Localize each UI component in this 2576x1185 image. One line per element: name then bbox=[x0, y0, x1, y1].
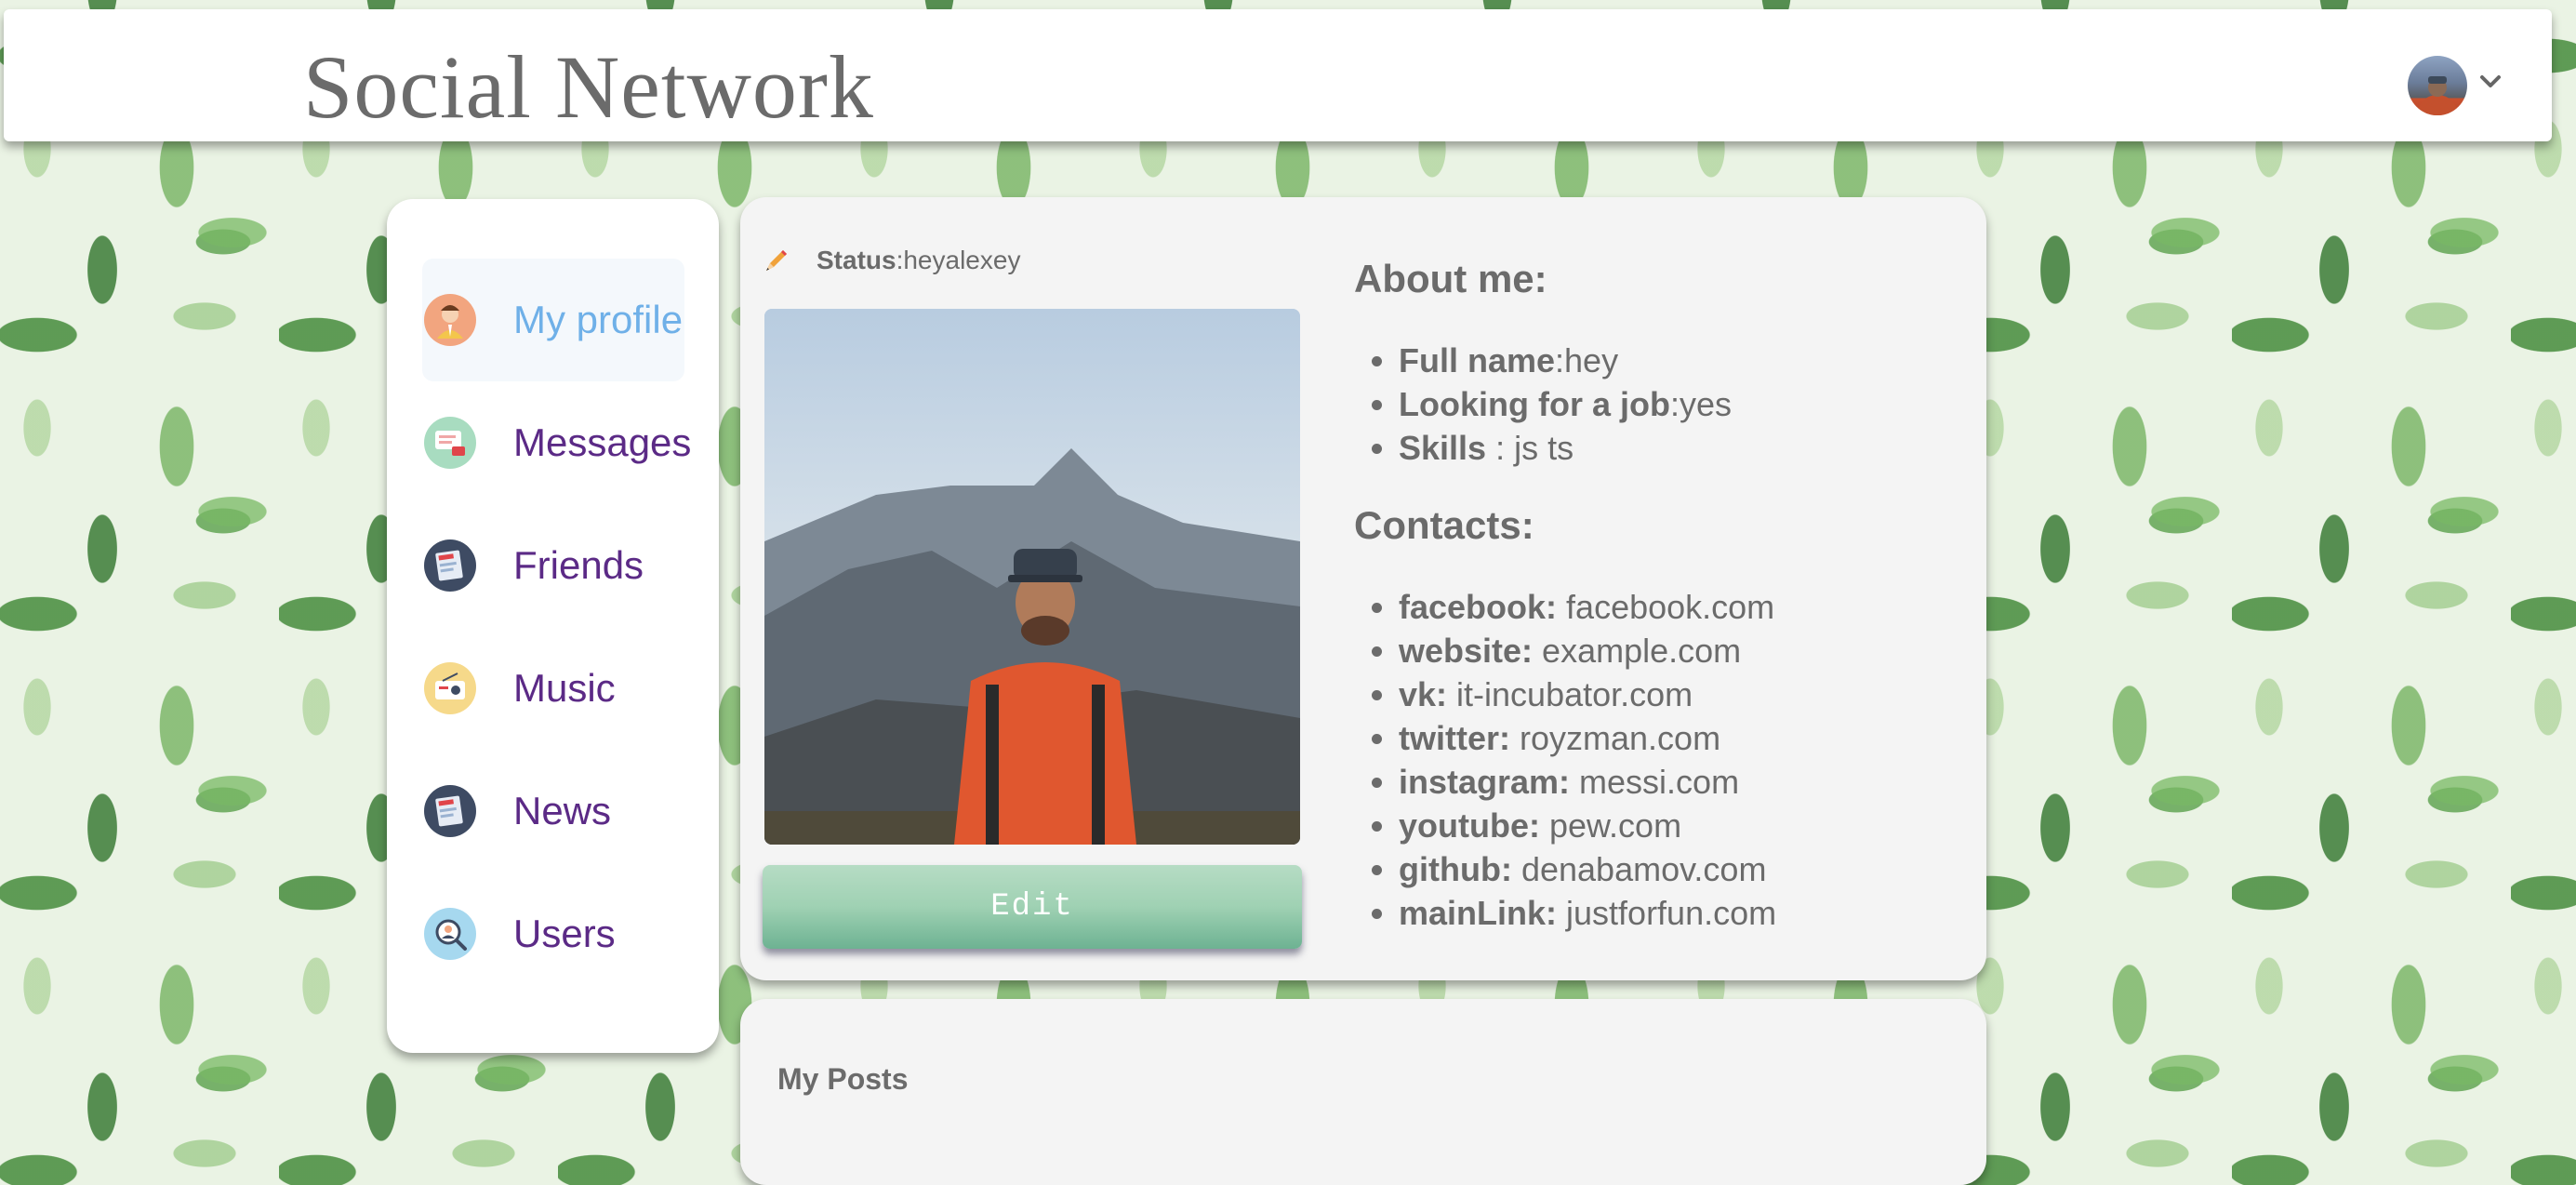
posts-card: My Posts bbox=[740, 999, 1986, 1185]
contact-item: youtube: pew.com bbox=[1399, 804, 1776, 847]
about-value: :yes bbox=[1669, 385, 1733, 423]
sidebar-item-label: My profile bbox=[513, 298, 684, 341]
friends-icon bbox=[424, 539, 476, 592]
chevron-down-icon[interactable] bbox=[2477, 69, 2503, 95]
status-value[interactable]: :heyalexey bbox=[896, 246, 1021, 275]
posts-title: My Posts bbox=[777, 1062, 909, 1096]
news-icon bbox=[424, 785, 476, 837]
sidebar-item-messages[interactable]: Messages bbox=[422, 381, 691, 504]
sidebar-nav: My profile Messages Friends Music News U… bbox=[387, 199, 719, 1053]
status-label: Status bbox=[817, 246, 896, 274]
users-icon bbox=[424, 908, 476, 960]
sidebar-item-users[interactable]: Users bbox=[422, 872, 684, 995]
contact-item: twitter: royzman.com bbox=[1399, 716, 1776, 760]
contact-item: mainLink: justforfun.com bbox=[1399, 891, 1776, 935]
profile-photo bbox=[764, 309, 1300, 845]
contacts-title: Contacts: bbox=[1354, 503, 1534, 547]
contact-value: justforfun.com bbox=[1557, 894, 1777, 932]
sidebar-item-label: Music bbox=[513, 666, 616, 710]
about-item: Looking for a job:yes bbox=[1399, 382, 1776, 426]
about-title: About me: bbox=[1354, 257, 1547, 300]
sidebar-item-friends[interactable]: Friends bbox=[422, 504, 684, 627]
contact-value: facebook.com bbox=[1557, 588, 1775, 626]
about-key: Skills bbox=[1399, 429, 1496, 467]
contact-key: mainLink: bbox=[1399, 894, 1558, 932]
sidebar-item-label: Users bbox=[513, 912, 616, 955]
contact-value: pew.com bbox=[1539, 806, 1682, 845]
contact-value: denabamov.com bbox=[1511, 850, 1767, 888]
contact-key: website: bbox=[1399, 632, 1534, 670]
edit-profile-button[interactable]: Edit bbox=[763, 865, 1302, 949]
contact-item: instagram: messi.com bbox=[1399, 760, 1776, 804]
about-list: Full name:hey Looking for a job:yes Skil… bbox=[1354, 339, 1776, 470]
contact-item: vk: it-incubator.com bbox=[1399, 672, 1776, 716]
contacts-list: facebook: facebook.com website: example.… bbox=[1354, 585, 1776, 935]
sidebar-item-news[interactable]: News bbox=[422, 750, 684, 872]
sidebar-item-label: Friends bbox=[513, 543, 644, 587]
about-section: About me: Full name:hey Looking for a jo… bbox=[1354, 257, 1776, 935]
sidebar-item-music[interactable]: Music bbox=[422, 627, 684, 750]
contact-key: facebook: bbox=[1399, 588, 1558, 626]
profile-card: Status:heyalexey Edit About me: • Full … bbox=[740, 197, 1986, 980]
sidebar-item-label: News bbox=[513, 789, 612, 832]
top-header: Social Network bbox=[4, 9, 2552, 141]
contact-value: it-incubator.com bbox=[1447, 675, 1693, 713]
contact-key: instagram: bbox=[1399, 763, 1571, 801]
app-logo-title[interactable]: Social Network bbox=[303, 35, 874, 139]
contact-value: example.com bbox=[1533, 632, 1742, 670]
contact-item: facebook: facebook.com bbox=[1399, 585, 1776, 629]
about-value: :hey bbox=[1555, 341, 1619, 379]
contact-key: youtube: bbox=[1399, 806, 1540, 845]
pencil-icon[interactable] bbox=[763, 246, 790, 274]
contact-key: github: bbox=[1399, 850, 1512, 888]
profile-icon bbox=[424, 294, 476, 346]
about-key: Looking for a job bbox=[1399, 385, 1670, 423]
music-icon bbox=[424, 662, 476, 714]
sidebar-item-label: Messages bbox=[513, 420, 692, 464]
contact-value: royzman.com bbox=[1510, 719, 1721, 757]
header-avatar[interactable] bbox=[2408, 56, 2467, 115]
contact-key: twitter: bbox=[1399, 719, 1510, 757]
about-value: : js ts bbox=[1495, 429, 1574, 467]
about-item: Skills : js ts bbox=[1399, 426, 1776, 470]
status-row[interactable]: Status:heyalexey bbox=[763, 246, 1020, 275]
sidebar-item-my-profile[interactable]: My profile bbox=[422, 259, 684, 381]
contact-item: github: denabamov.com bbox=[1399, 847, 1776, 891]
messages-icon bbox=[424, 417, 476, 469]
contact-item: website: example.com bbox=[1399, 629, 1776, 672]
about-item: Full name:hey bbox=[1399, 339, 1776, 382]
contact-value: messi.com bbox=[1570, 763, 1740, 801]
contact-key: vk: bbox=[1399, 675, 1448, 713]
about-key: Full name bbox=[1399, 341, 1556, 379]
